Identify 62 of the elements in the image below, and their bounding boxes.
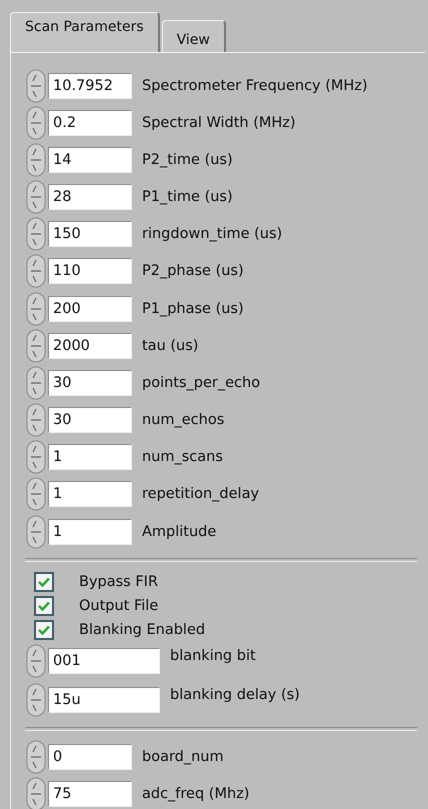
checkbox[interactable] xyxy=(34,596,54,616)
spinner-icon[interactable] xyxy=(25,440,47,474)
checkbox-label: Bypass FIR xyxy=(79,574,158,590)
field-label: P1_phase (us) xyxy=(142,300,244,317)
spinner-icon[interactable] xyxy=(25,403,47,438)
field-label: ringdown_time (us) xyxy=(142,226,282,242)
spinner-icon[interactable] xyxy=(25,740,47,774)
field-label: Spectral Width (MHz) xyxy=(142,114,296,131)
check-icon xyxy=(38,601,50,612)
tab[interactable]: View xyxy=(162,20,226,52)
field-label: num_echos xyxy=(142,412,224,428)
number-field[interactable]: 30 xyxy=(48,370,132,396)
number-field[interactable]: 200 xyxy=(48,296,132,322)
field-label: P1_time (us) xyxy=(142,189,233,206)
spinner-icon[interactable] xyxy=(25,68,47,103)
field-label: num_scans xyxy=(142,449,223,466)
field-label: P2_time (us) xyxy=(142,152,233,168)
spinner-icon[interactable] xyxy=(25,682,47,717)
number-field[interactable]: 1 xyxy=(48,518,132,545)
field-label: blanking bit xyxy=(170,648,256,664)
spinner-icon[interactable] xyxy=(25,292,47,326)
spinner-icon[interactable] xyxy=(25,254,47,288)
number-field[interactable]: 150 xyxy=(48,221,132,248)
check-icon xyxy=(38,625,50,636)
spinner-icon[interactable] xyxy=(25,514,47,549)
check-icon xyxy=(38,577,50,588)
spinner-icon[interactable] xyxy=(25,180,47,214)
spinner-icon[interactable] xyxy=(25,142,47,177)
spinner-icon[interactable] xyxy=(25,477,47,512)
spinner-icon[interactable] xyxy=(25,366,47,400)
number-field[interactable]: 1 xyxy=(48,481,132,508)
spinner-icon[interactable] xyxy=(25,106,47,140)
spinner-icon[interactable] xyxy=(25,217,47,252)
number-field[interactable]: 75 xyxy=(48,780,132,807)
checkbox[interactable] xyxy=(34,620,54,640)
checkbox-label: Blanking Enabled xyxy=(79,622,206,638)
field-label: Spectrometer Frequency (MHz) xyxy=(142,78,368,94)
number-field[interactable]: 28 xyxy=(48,184,132,210)
spinner-icon[interactable] xyxy=(25,644,47,678)
number-field[interactable]: 001 xyxy=(48,648,160,674)
field-label: adc_freq (Mhz) xyxy=(142,786,250,802)
field-label: board_num xyxy=(142,749,224,766)
field-label: P2_phase (us) xyxy=(142,263,244,280)
checkbox-label: Output File xyxy=(79,598,158,614)
number-field[interactable]: 110 xyxy=(48,258,132,284)
number-field[interactable]: 10.7952 xyxy=(48,72,132,99)
number-field[interactable]: 30 xyxy=(48,407,132,434)
number-field[interactable]: 15u xyxy=(48,686,160,713)
field-label: repetition_delay xyxy=(142,486,260,502)
field-label: Amplitude xyxy=(142,524,216,540)
field-label: blanking delay (s) xyxy=(170,686,300,703)
field-label: tau (us) xyxy=(142,338,198,354)
field-label: points_per_echo xyxy=(142,374,260,391)
spinner-icon[interactable] xyxy=(25,328,47,363)
checkbox[interactable] xyxy=(34,572,54,592)
tab[interactable]: Scan Parameters xyxy=(10,12,160,52)
spinner-icon[interactable] xyxy=(25,776,47,809)
number-field[interactable]: 1 xyxy=(48,444,132,470)
number-field[interactable]: 14 xyxy=(48,146,132,173)
number-field[interactable]: 0 xyxy=(48,744,132,770)
number-field[interactable]: 2000 xyxy=(48,332,132,359)
number-field[interactable]: 0.2 xyxy=(48,110,132,136)
